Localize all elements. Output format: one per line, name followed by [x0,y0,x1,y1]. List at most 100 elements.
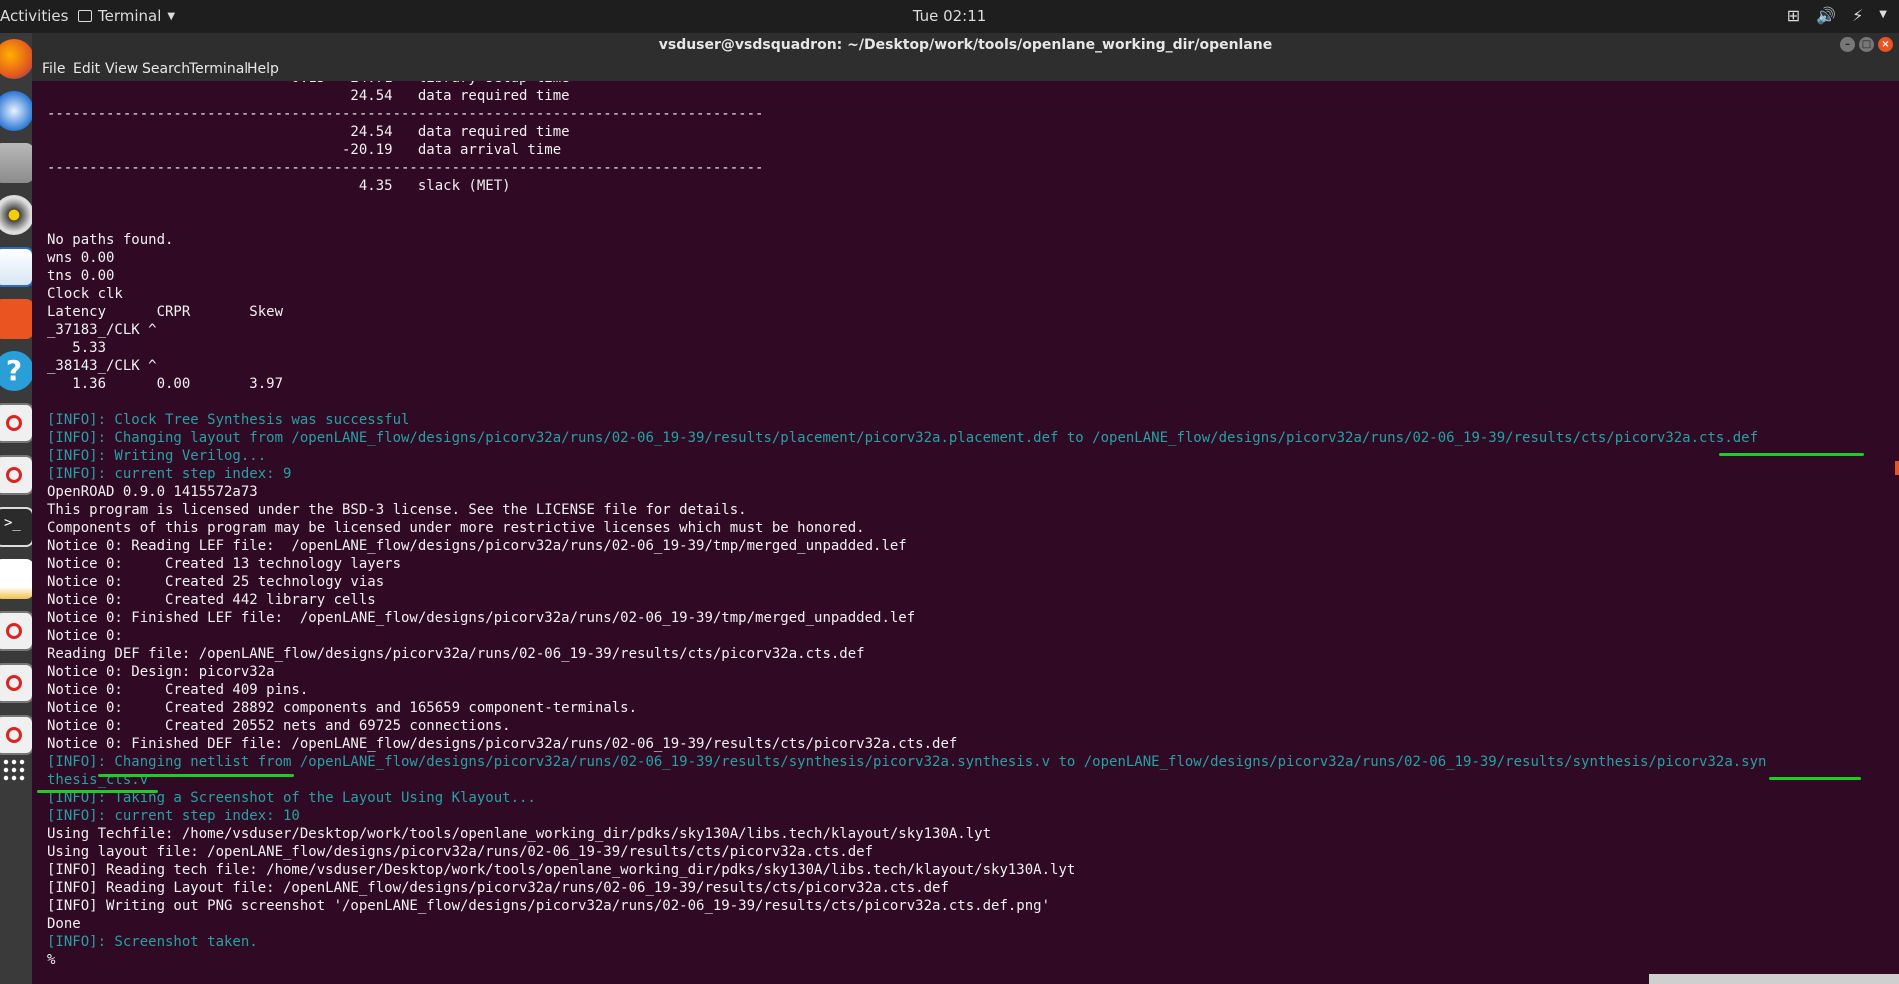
terminal-line: thesis_cts.v [47,772,149,788]
terminal-icon: >_ [0,507,32,547]
dock-item-writer[interactable] [0,241,32,293]
terminal-line: Using layout file: /openLANE_flow/design… [47,844,874,860]
terminal-line: 24.54 data required time [47,88,570,104]
terminal-line: -20.19 data arrival time [47,142,562,158]
terminal-line: [INFO]: Writing Verilog... [47,448,267,464]
terminal-line: tns 0.00 [47,268,115,284]
window-title: vsduser@vsdsquadron: ~/Desktop/work/tool… [658,37,1273,53]
terminal-line: [INFO] Reading Layout file: /openLANE_fl… [47,880,949,896]
network-icon: ⊞ [1786,6,1801,25]
battery-icon: ⚡ [1852,6,1864,25]
dock-item-software[interactable] [0,293,32,345]
dock-item-files[interactable] [0,137,32,189]
no-entry-icon [0,663,32,703]
dock-item-unavailable[interactable] [0,709,32,761]
chevron-down-icon: ▼ [167,10,176,22]
terminal-line: Reading DEF file: /openLANE_flow/designs… [47,646,865,662]
terminal-line: [INFO]: Changing netlist from /openLANE_… [47,754,1767,770]
terminal-line: Notice 0: Finished DEF file: /openLANE_f… [47,736,958,752]
bottom-tray [1649,974,1899,984]
writer-icon [0,247,32,287]
dock-item-unavailable[interactable] [0,397,32,449]
dock-item-text-editor[interactable] [0,553,32,605]
text-editor-icon [0,559,32,599]
firefox-icon [0,39,32,79]
maximize-button[interactable]: □ [1859,37,1874,52]
no-entry-icon [0,715,32,755]
menu-bar: File Edit View Search Terminal Help [32,57,1899,81]
terminal-line: % [47,952,56,968]
system-tray[interactable]: ⊞ 🔊 ⚡ ▼ [1787,6,1887,25]
rhythmbox-icon [0,195,32,235]
terminal-line: Notice 0: Reading LEF file: /openLANE_fl… [47,538,907,554]
highlight-mark [1769,777,1861,780]
chevron-down-icon: ▼ [1879,9,1887,20]
app-menu[interactable]: Terminal ▼ [78,7,175,25]
clock[interactable]: Tue 02:11 [913,7,987,25]
highlight-mark [37,790,158,793]
terminal-line: Notice 0: Created 20552 nets and 69725 c… [47,718,511,734]
menu-view[interactable]: View [105,61,138,77]
terminal-line: [INFO] Writing out PNG screenshot '/open… [47,898,1051,914]
app-menu-label: Terminal [98,7,162,25]
window-titlebar[interactable]: vsduser@vsdsquadron: ~/Desktop/work/tool… [32,33,1899,57]
terminal-line: Notice 0: Finished LEF file: /openLANE_f… [47,610,916,626]
terminal-line: [INFO]: Screenshot taken. [47,934,258,950]
dock-item-help[interactable]: ? [0,345,32,397]
highlight-mark [1719,453,1864,456]
terminal-line: wns 0.00 [47,250,115,266]
terminal-line: _38143_/CLK ^ [47,358,157,374]
scrollbar-marker[interactable] [1895,461,1899,475]
dock-item-unavailable[interactable] [0,449,32,501]
close-button[interactable]: × [1878,37,1893,52]
dock: ? >_ [0,33,32,984]
terminal-line: 5.33 [47,340,107,356]
menu-search[interactable]: Search [142,61,190,77]
menu-terminal[interactable]: Terminal [189,61,248,77]
dock-item-rhythmbox[interactable] [0,189,32,241]
minimize-button[interactable]: – [1840,37,1855,52]
terminal-line: [INFO]: current step index: 9 [47,466,292,482]
terminal-line: Using Techfile: /home/vsduser/Desktop/wo… [47,826,992,842]
window-controls: – □ × [1840,37,1893,52]
terminal-line: Notice 0: [47,628,123,644]
terminal-line: This program is licensed under the BSD-3… [47,502,747,518]
dock-item-firefox[interactable] [0,33,32,85]
terminal-line: Components of this program may be licens… [47,520,865,536]
top-bar: Activities Terminal ▼ Tue 02:11 ⊞ 🔊 ⚡ ▼ [0,0,1899,33]
dock-item-thunderbird[interactable] [0,85,32,137]
software-store-icon [0,299,32,339]
terminal-line: 4.35 slack (MET) [47,178,511,194]
menu-edit[interactable]: Edit [73,61,100,77]
terminal-line: Notice 0: Created 25 technology vias [47,574,385,590]
dock-item-terminal[interactable]: >_ [0,501,32,553]
menu-file[interactable]: File [42,61,65,77]
terminal-icon [78,10,92,22]
terminal-line: [INFO] Reading tech file: /home/vsduser/… [47,862,1076,878]
files-icon [0,143,32,183]
terminal-line: [INFO]: current step index: 10 [47,808,300,824]
terminal-line: 24.54 data required time [47,124,570,140]
no-entry-icon [0,403,32,443]
dock-item-unavailable[interactable] [0,605,32,657]
terminal-line: Clock clk [47,286,123,302]
terminal-lines: 0.15 24.71 library setup time 24.54 data… [47,81,1766,969]
thunderbird-icon [0,91,32,131]
terminal-line: Notice 0: Created 442 library cells [47,592,376,608]
terminal-line: OpenROAD 0.9.0 1415572a73 [47,484,258,500]
terminal-line: Notice 0: Created 28892 components and 1… [47,700,638,716]
terminal-output[interactable]: 0.15 24.71 library setup time 24.54 data… [32,81,1899,984]
terminal-line: _37183_/CLK ^ [47,322,157,338]
terminal-line: Done [47,916,81,932]
show-applications-icon[interactable] [2,758,26,782]
dock-item-unavailable[interactable] [0,657,32,709]
terminal-line: [INFO]: Clock Tree Synthesis was success… [47,412,410,428]
no-entry-icon [0,455,32,495]
terminal-line: Notice 0: Created 409 pins. [47,682,309,698]
activities-button[interactable]: Activities [0,7,68,25]
menu-help[interactable]: Help [247,61,279,77]
terminal-line: [INFO]: Taking a Screenshot of the Layou… [47,790,536,806]
